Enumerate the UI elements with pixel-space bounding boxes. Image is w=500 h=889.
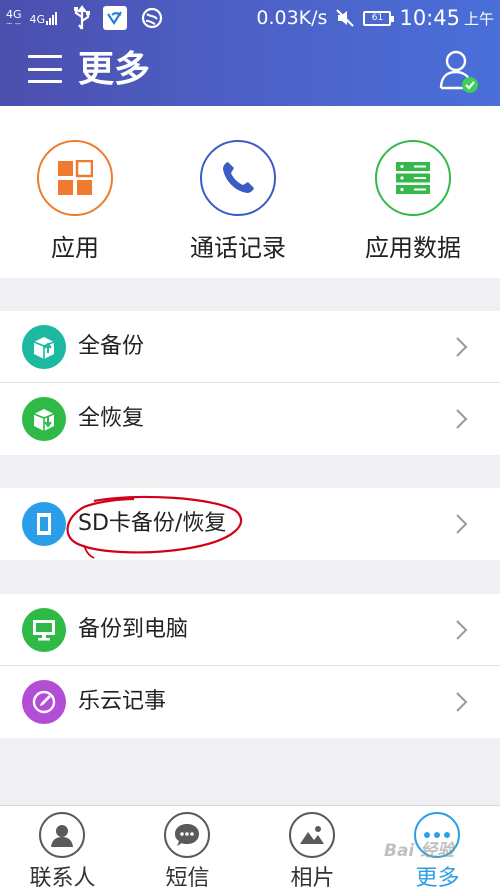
usb-icon <box>74 5 91 30</box>
tab-label: 更多 <box>415 866 460 889</box>
list-item-label: 备份到电脑 <box>78 617 189 642</box>
page-title: 更多 <box>78 49 151 90</box>
quick-action-label: 通话记录 <box>190 234 286 262</box>
tab-contacts[interactable]: 联系人 <box>0 806 125 889</box>
user-check-icon[interactable] <box>438 48 480 94</box>
tab-photos[interactable]: 相片 <box>250 806 375 889</box>
battery-icon: 61 <box>363 10 395 26</box>
computer-icon <box>22 608 66 652</box>
app-notification-icon <box>103 6 128 30</box>
chevron-right-icon <box>456 337 468 357</box>
quick-action-label: 应用数据 <box>365 234 461 262</box>
chevron-right-icon <box>456 514 468 534</box>
network-indicator-2: 4G <box>29 11 58 26</box>
top-app-bar: 4G ᅩ ᅮ 4G 0.03K/s 61 10:45 上午 更多 <box>0 0 500 106</box>
sd-card-icon <box>22 502 66 546</box>
photo-icon <box>289 812 335 858</box>
database-icon <box>375 140 451 216</box>
message-icon <box>164 812 210 858</box>
network-activity-label: ᅩ ᅮ <box>6 19 22 28</box>
tab-label: 短信 <box>165 866 210 889</box>
contacts-icon <box>39 812 85 858</box>
restore-box-icon <box>22 397 66 441</box>
note-pen-icon <box>22 680 66 724</box>
globe-icon <box>141 7 163 29</box>
sd-card-group: SD卡备份/恢复 <box>0 488 500 560</box>
mute-icon <box>336 9 355 27</box>
chevron-right-icon <box>456 620 468 640</box>
list-item-full-restore[interactable]: 全恢复 <box>0 383 500 455</box>
list-item-label: 乐云记事 <box>78 689 167 714</box>
backup-restore-group: 全备份 全恢复 <box>0 311 500 455</box>
status-bar: 4G ᅩ ᅮ 4G 0.03K/s 61 10:45 上午 <box>0 0 500 34</box>
quick-action-apps[interactable]: 应用 <box>0 106 150 278</box>
phone-icon <box>200 140 276 216</box>
network-speed: 0.03K/s <box>256 7 328 29</box>
network-indicator: 4G ᅩ ᅮ <box>6 9 22 28</box>
tab-messages[interactable]: 短信 <box>125 806 250 889</box>
status-left: 4G ᅩ ᅮ 4G <box>6 4 163 32</box>
list-item-label: 全恢复 <box>78 406 145 431</box>
pc-cloud-group: 备份到电脑 乐云记事 <box>0 594 500 738</box>
chevron-right-icon <box>456 692 468 712</box>
menu-icon[interactable] <box>28 55 62 83</box>
list-item-sd-card-backup-restore[interactable]: SD卡备份/恢复 <box>0 488 500 560</box>
list-item-backup-to-pc[interactable]: 备份到电脑 <box>0 594 500 666</box>
list-item-full-backup[interactable]: 全备份 <box>0 311 500 383</box>
battery-level: 61 <box>371 13 384 23</box>
list-item-label: 全备份 <box>78 334 145 359</box>
signal-icon <box>46 11 58 25</box>
clock-ampm: 上午 <box>463 9 494 28</box>
status-right: 0.03K/s 61 10:45 上午 <box>256 4 494 32</box>
list-item-label: SD卡备份/恢复 <box>78 511 227 536</box>
tab-label: 相片 <box>290 866 335 889</box>
list-item-cloud-notes[interactable]: 乐云记事 <box>0 666 500 738</box>
chevron-right-icon <box>456 409 468 429</box>
watermark: Bai 经验 <box>384 841 455 861</box>
network-type-label-2: 4G <box>29 12 46 26</box>
quick-actions-panel: 应用 通话记录 应用数据 <box>0 106 500 278</box>
clock-time: 10:45 <box>399 6 460 30</box>
tab-label: 联系人 <box>29 866 96 889</box>
backup-box-icon <box>22 325 66 369</box>
quick-action-call-log[interactable]: 通话记录 <box>163 106 313 278</box>
apps-grid-icon <box>37 140 113 216</box>
quick-action-app-data[interactable]: 应用数据 <box>338 106 488 278</box>
